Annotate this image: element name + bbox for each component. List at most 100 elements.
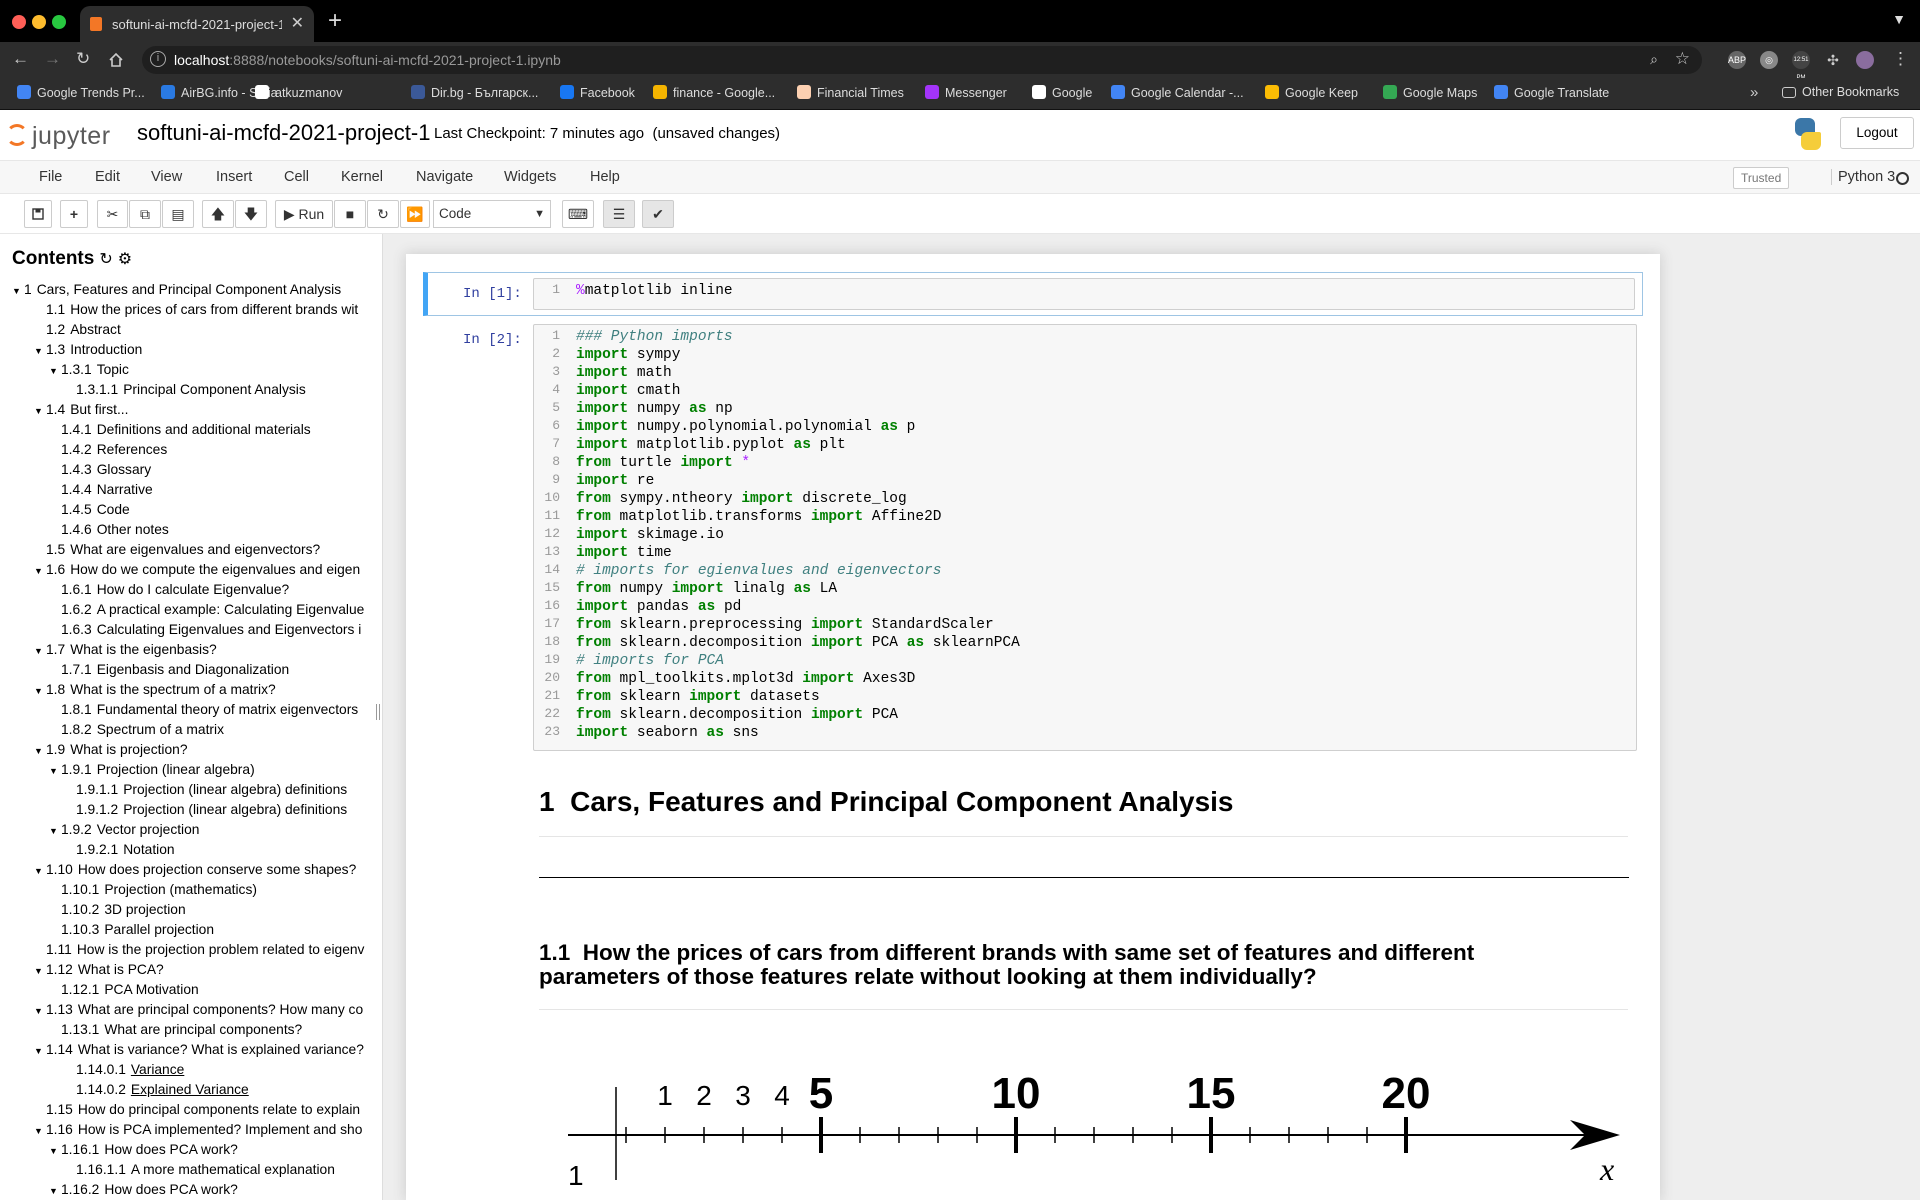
zoom-window-button[interactable]: [52, 15, 66, 29]
other-bookmarks[interactable]: Other Bookmarks: [1782, 85, 1899, 103]
reload-icon[interactable]: ↻: [76, 49, 90, 69]
trusted-badge[interactable]: Trusted: [1733, 167, 1790, 189]
toc-item[interactable]: ▼ 1.7 What is the eigenbasis?: [34, 642, 382, 662]
toc-item[interactable]: 1.6.2 A practical example: Calculating Ei…: [61, 602, 382, 622]
save-button[interactable]: [24, 200, 52, 228]
collapse-caret-icon[interactable]: ▼: [34, 566, 46, 576]
toc-item[interactable]: ▼ 1.13 What are principal components? How …: [34, 1002, 382, 1022]
collapse-caret-icon[interactable]: ▼: [49, 366, 61, 376]
profile-avatar[interactable]: [1856, 51, 1874, 69]
toc-item[interactable]: ▼ 1.9.2 Vector projection: [49, 822, 382, 842]
adblock-extension-icon[interactable]: ABP: [1728, 51, 1746, 69]
collapse-caret-icon[interactable]: ▼: [34, 646, 46, 656]
bookmark-item[interactable]: Messenger: [925, 85, 1007, 103]
close-window-button[interactable]: [12, 15, 26, 29]
site-info-icon[interactable]: i: [150, 51, 166, 67]
toc-item[interactable]: ▼ 1.9 What is projection?: [34, 742, 382, 762]
toc-item[interactable]: 1.9.2.1 Notation: [76, 842, 382, 862]
copy-button[interactable]: ⧉: [129, 200, 161, 228]
toc-item[interactable]: ▼ 1 Cars, Features and Principal Component…: [12, 282, 382, 302]
browser-tab[interactable]: softuni-ai-mcfd-2021-project-1 ✕: [80, 6, 314, 42]
toc-item[interactable]: 1.15 How do principal components relate t…: [46, 1102, 382, 1122]
toc-item[interactable]: ▼ 1.16 How is PCA implemented? Implement a…: [34, 1122, 382, 1142]
interrupt-button[interactable]: ■: [334, 200, 366, 228]
toc-item[interactable]: ▼ 1.4 But first...: [34, 402, 382, 422]
tab-search-chevron-icon[interactable]: ▼: [1892, 11, 1906, 27]
restart-run-all-button[interactable]: ⏩: [400, 200, 430, 228]
more-bookmarks-chevron[interactable]: »: [1750, 84, 1758, 101]
home-icon[interactable]: [108, 52, 124, 68]
toc-item[interactable]: ▼ 1.16.1 How does PCA work?: [49, 1142, 382, 1162]
toc-item[interactable]: 1.4.2 References: [61, 442, 382, 462]
toc-item[interactable]: 1.6.3 Calculating Eigenvalues and Eigenve…: [61, 622, 382, 642]
menu-cell[interactable]: Cell: [284, 169, 309, 185]
insert-cell-button[interactable]: +: [60, 200, 88, 228]
notebook-title[interactable]: softuni-ai-mcfd-2021-project-1: [137, 120, 430, 146]
browser-menu-icon[interactable]: ⋮: [1892, 49, 1909, 69]
minimize-window-button[interactable]: [32, 15, 46, 29]
toc-item[interactable]: 1.11 How is the projection problem relate…: [46, 942, 382, 962]
move-down-button[interactable]: 🡇: [235, 200, 267, 228]
refresh-icon[interactable]: ↻: [99, 251, 112, 268]
bookmark-item[interactable]: Google Keep: [1265, 85, 1358, 103]
kernel-name[interactable]: Python 3: [1831, 169, 1895, 185]
toc-item[interactable]: ▼ 1.8 What is the spectrum of a matrix?: [34, 682, 382, 702]
toc-item[interactable]: 1.4.3 Glossary: [61, 462, 382, 482]
toc-item[interactable]: 1.13.1 What are principal components?: [61, 1022, 382, 1042]
run-button[interactable]: ▶ Run: [275, 200, 333, 228]
new-tab-button[interactable]: +: [328, 7, 342, 35]
toc-item[interactable]: 1.16.1.1 A more mathematical explanation: [76, 1162, 382, 1182]
toc-item[interactable]: 1.9.1.2 Projection (linear algebra) defin…: [76, 802, 382, 822]
menu-kernel[interactable]: Kernel: [341, 169, 383, 185]
command-palette-button[interactable]: ⌨: [562, 200, 594, 228]
toc-item[interactable]: 1.4.6 Other notes: [61, 522, 382, 542]
code-input-area[interactable]: 1 ### Python imports 2 import sympy 3 import …: [533, 324, 1637, 751]
paste-button[interactable]: ▤: [162, 200, 194, 228]
collapse-caret-icon[interactable]: ▼: [34, 406, 46, 416]
extension-icon[interactable]: ◎: [1760, 51, 1778, 69]
toc-item[interactable]: 1.10.1 Projection (mathematics): [61, 882, 382, 902]
toc-item[interactable]: 1.8.2 Spectrum of a matrix: [61, 722, 382, 742]
toc-item[interactable]: ▼ 1.3.1 Topic: [49, 362, 382, 382]
toc-item[interactable]: 1.14.0.2 Explained Variance: [76, 1082, 382, 1102]
collapse-caret-icon[interactable]: ▼: [34, 346, 46, 356]
collapse-caret-icon[interactable]: ▼: [49, 766, 61, 776]
collapse-caret-icon[interactable]: ▼: [34, 966, 46, 976]
bookmark-item[interactable]: Financial Times: [797, 85, 904, 103]
toc-item[interactable]: 1.1 How the prices of cars from different…: [46, 302, 382, 322]
collapse-caret-icon[interactable]: ▼: [34, 1006, 46, 1016]
code-input-area[interactable]: 1 %matplotlib inline: [533, 278, 1635, 310]
toc-toggle-button[interactable]: ☰: [603, 200, 635, 228]
bookmark-item[interactable]: Google Calendar -...: [1111, 85, 1244, 103]
gear-icon[interactable]: ⚙: [118, 251, 132, 268]
toc-item[interactable]: 1.10.2 3D projection: [61, 902, 382, 922]
cell-type-select[interactable]: Code ▼: [433, 200, 551, 228]
menu-widgets[interactable]: Widgets: [504, 169, 556, 185]
move-up-button[interactable]: 🡅: [202, 200, 234, 228]
toc-item[interactable]: ▼ 1.16.2 How does PCA work?: [49, 1182, 382, 1200]
menu-navigate[interactable]: Navigate: [416, 169, 473, 185]
bookmark-item[interactable]: Google Trends Pr...: [17, 85, 145, 103]
toc-item[interactable]: ▼ 1.6 How do we compute the eigenvalues an…: [34, 562, 382, 582]
forward-arrow-icon[interactable]: →: [44, 49, 61, 69]
toc-item[interactable]: 1.3.1.1 Principal Component Analysis: [76, 382, 382, 402]
clock-extension-icon[interactable]: 12:51 PM: [1792, 51, 1810, 81]
nbextension-check-button[interactable]: ✔: [642, 200, 674, 228]
collapse-caret-icon[interactable]: ▼: [34, 746, 46, 756]
jupyter-logo[interactable]: jupyter: [4, 118, 124, 152]
toc-item[interactable]: ▼ 1.14 What is variance? What is explained…: [34, 1042, 382, 1062]
toc-item[interactable]: 1.14.0.1 Variance: [76, 1062, 382, 1082]
toc-item[interactable]: 1.4.1 Definitions and additional material…: [61, 422, 382, 442]
toc-item[interactable]: ▼ 1.10 How does projection conserve some s…: [34, 862, 382, 882]
toc-item[interactable]: ▼ 1.3 Introduction: [34, 342, 382, 362]
menu-help[interactable]: Help: [590, 169, 620, 185]
toc-item[interactable]: 1.6.1 How do I calculate Eigenvalue?: [61, 582, 382, 602]
collapse-caret-icon[interactable]: ▼: [49, 1146, 61, 1156]
bookmark-item[interactable]: Google: [1032, 85, 1092, 103]
bookmark-item[interactable]: atkuzmanov: [255, 85, 342, 103]
bookmark-item[interactable]: Google Translate: [1494, 85, 1609, 103]
bookmark-item[interactable]: Facebook: [560, 85, 635, 103]
close-tab-icon[interactable]: ✕: [291, 13, 304, 33]
toc-item[interactable]: 1.5 What are eigenvalues and eigenvectors…: [46, 542, 382, 562]
puzzle-extensions-icon[interactable]: ✣: [1824, 51, 1842, 69]
